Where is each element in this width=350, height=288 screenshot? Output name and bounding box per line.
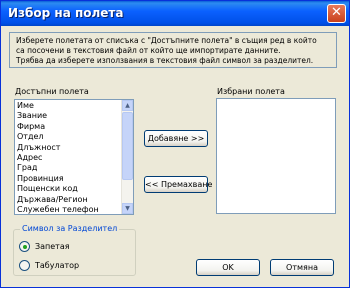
available-fields-list[interactable]: Име Звание Фирма Отдел Длъжност Адрес Гр… [14,99,134,215]
instructions-line-2: са посочени в текстовия файл от който ще… [16,46,281,55]
list-item[interactable]: Име [17,101,121,111]
list-item[interactable]: Служебен телефон [17,205,121,215]
list-item[interactable]: Провинция [17,174,121,184]
radio-label-tab: Табулатор [35,261,80,270]
window-title: Избор на полета [8,6,124,20]
list-item[interactable]: Длъжност [17,143,121,153]
list-item[interactable]: Отдел [17,132,121,142]
instructions-box: Изберете полетата от списъка с "Достъпни… [9,32,337,68]
list-item[interactable]: Държава/Регион [17,195,121,205]
field-selection-dialog: Избор на полета ✕ Изберете полетата от с… [0,0,350,288]
instructions-line-1: Изберете полетата от списъка с "Достъпни… [16,36,317,45]
list-item[interactable]: Фирма [17,122,121,132]
list-item[interactable]: Адрес [17,153,121,163]
dialog-content: Изберете полетата от списъка с "Достъпни… [1,26,349,287]
list-item[interactable]: Пощенски код [17,184,121,194]
cancel-button[interactable]: Отмяна [270,259,334,276]
scroll-thumb[interactable] [122,112,133,180]
up-arrow-icon: ▲ [125,102,130,109]
add-button[interactable]: Добавяне >> [144,130,208,147]
separator-group-title: Символ за Разделител [20,224,120,233]
close-button[interactable]: ✕ [327,4,346,23]
radio-button[interactable] [19,241,30,252]
title-bar[interactable]: Избор на полета ✕ [1,1,349,26]
scroll-up-button[interactable]: ▲ [122,100,133,111]
instructions-line-3: Трябва да изберете използвания в текстов… [16,56,314,65]
list-item[interactable]: Звание [17,111,121,121]
down-arrow-icon: ▼ [125,205,130,212]
scroll-down-button[interactable]: ▼ [122,203,133,214]
available-fields-items: Име Звание Фирма Отдел Длъжност Адрес Гр… [17,101,121,215]
ok-button[interactable]: OK [196,259,260,276]
radio-label-comma: Запетая [35,242,70,251]
list-item[interactable]: Град [17,163,121,173]
remove-button[interactable]: << Премахване [144,176,212,193]
close-icon: ✕ [331,5,342,20]
available-fields-label: Достъпни полета [15,87,89,96]
radio-button[interactable] [19,260,30,271]
available-fields-scrollbar[interactable]: ▲ ▼ [121,100,133,214]
selected-fields-label: Избрани полета [217,87,285,96]
separator-groupbox: Символ за Разделител Запетая Табулатор [13,224,136,276]
radio-selected-dot [22,244,27,249]
selected-fields-list[interactable] [216,98,336,214]
